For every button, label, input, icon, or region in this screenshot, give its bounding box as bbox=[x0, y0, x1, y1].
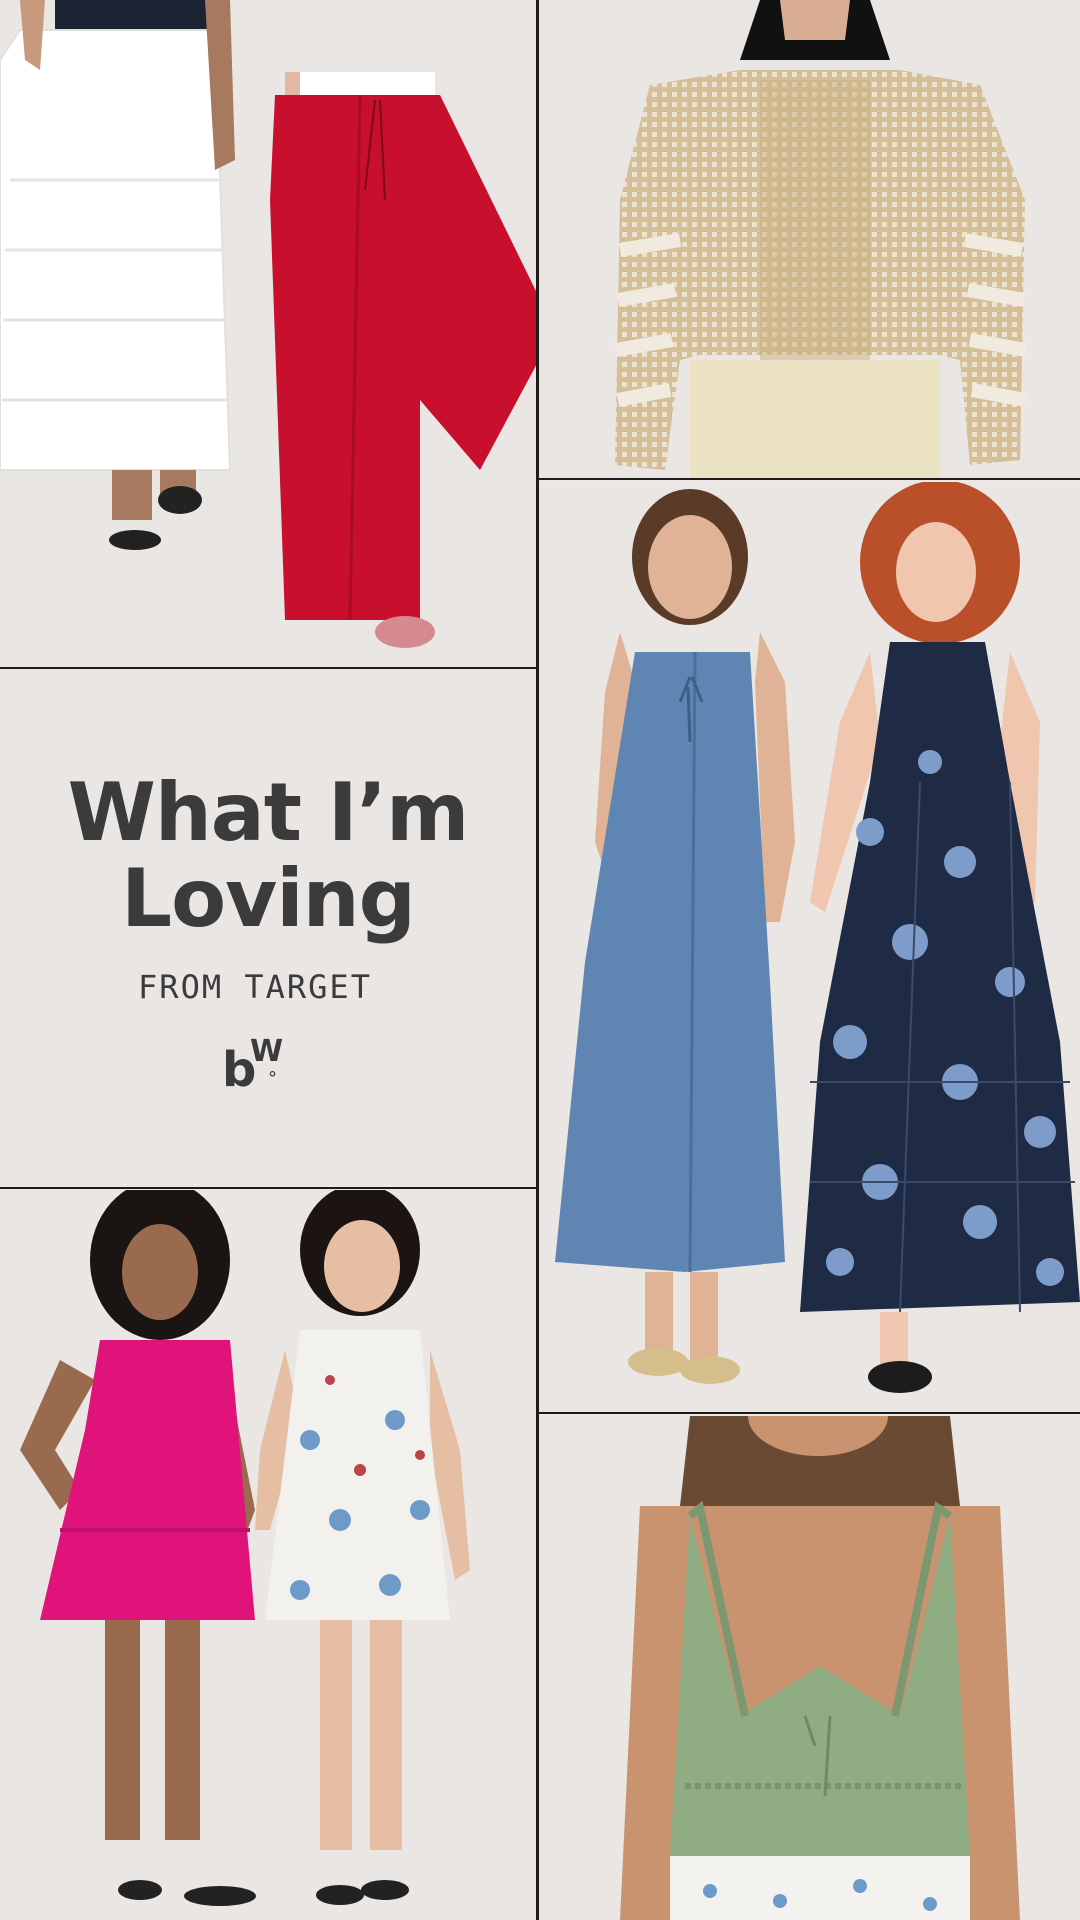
divider-right-top bbox=[539, 478, 1080, 480]
subtitle: FROM TARGET bbox=[138, 968, 372, 1006]
product-panel-sweater[interactable] bbox=[540, 0, 1080, 478]
divider-right-bottom bbox=[539, 1412, 1080, 1414]
title-line-1: What I’m bbox=[67, 766, 470, 859]
title-card: What I’m Loving FROM TARGET b W ° bbox=[0, 670, 536, 1186]
product-panel-maxi-dresses[interactable] bbox=[540, 482, 1080, 1412]
skirt-pants-image bbox=[0, 0, 536, 648]
sweater-image bbox=[614, 0, 1028, 478]
product-panel-skirt-pants[interactable] bbox=[0, 0, 536, 668]
cami-image bbox=[620, 1416, 1020, 1920]
mini-dresses-image bbox=[20, 1190, 470, 1906]
divider-left-top bbox=[0, 667, 536, 669]
logo-letter-w: W bbox=[250, 1034, 284, 1069]
maxi-dresses-image bbox=[555, 482, 1080, 1393]
divider-left-bottom bbox=[0, 1187, 536, 1189]
product-panel-cami[interactable] bbox=[540, 1416, 1080, 1920]
logo-dot: ° bbox=[268, 1068, 277, 1089]
title-line-2: Loving bbox=[121, 852, 416, 945]
brand-logo: b W ° bbox=[222, 1034, 302, 1098]
divider-vertical bbox=[536, 0, 539, 1920]
product-panel-mini-dresses[interactable] bbox=[0, 1190, 536, 1920]
